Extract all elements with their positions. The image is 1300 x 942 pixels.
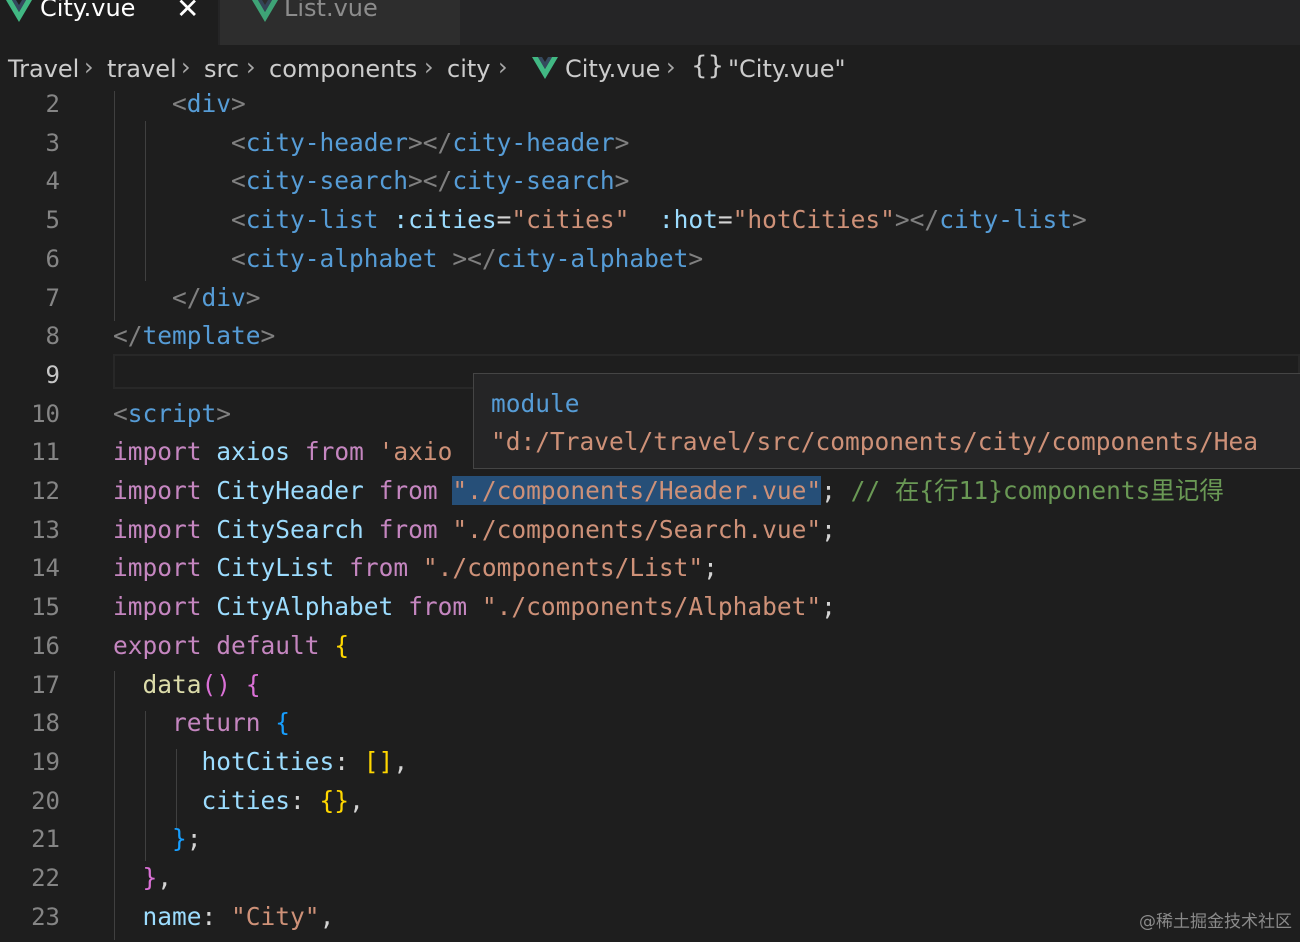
code-line: }; (172, 824, 202, 854)
hover-tooltip: module "d:/Travel/travel/src/components/… (473, 373, 1300, 469)
breadcrumb-item[interactable]: travel (107, 55, 177, 83)
line-number: 18 (31, 709, 60, 738)
chevron-right-icon: › (181, 53, 191, 81)
chevron-right-icon: › (424, 53, 434, 81)
code-line: import axios from 'axio (113, 437, 453, 467)
hover-kind: module (491, 389, 580, 418)
code-line: cities: {}, (201, 785, 364, 815)
braces-icon: {} (691, 51, 725, 81)
line-number: 13 (31, 515, 60, 544)
line-number: 20 (31, 786, 60, 815)
watermark: @稀土掘金技术社区 (1139, 912, 1292, 932)
code-line: import CityList from "./components/List"… (113, 553, 718, 583)
line-number: 8 (45, 322, 60, 351)
vue-icon (252, 0, 278, 22)
line-number-current: 9 (45, 360, 60, 389)
breadcrumb-item[interactable]: Travel (8, 55, 79, 83)
tab-bar: City.vue ✕ List.vue (0, 0, 1300, 45)
line-number: 21 (31, 825, 60, 854)
line-number: 16 (31, 631, 60, 660)
breadcrumb-file[interactable]: City.vue (565, 55, 660, 83)
line-number: 10 (31, 399, 60, 428)
code-line: <city-alphabet ></city-alphabet> (231, 243, 704, 273)
code-line: export default { (113, 630, 350, 660)
close-icon[interactable]: ✕ (176, 0, 199, 25)
breadcrumb: Travel › travel › src › components › cit… (0, 45, 1300, 91)
chevron-right-icon: › (246, 53, 256, 81)
chevron-right-icon: › (666, 53, 676, 81)
code-line: <div> (172, 89, 246, 118)
code-line: hotCities: [], (201, 746, 409, 776)
hover-module-path: "d:/Travel/travel/src/components/city/co… (491, 427, 1259, 456)
line-number: 11 (31, 438, 60, 467)
code-line: }, (142, 863, 173, 892)
line-number: 19 (31, 747, 60, 776)
tab-label: City.vue (40, 0, 136, 22)
code-line: return { (172, 708, 291, 738)
hovered-module-string: "./components/Header.vue" (452, 476, 822, 505)
code-line: <city-search></city-search> (231, 166, 630, 196)
tab-list-vue[interactable]: List.vue (220, 0, 460, 45)
vue-icon (6, 0, 32, 22)
vue-icon (532, 57, 558, 79)
line-number: 5 (45, 206, 60, 235)
code-line: <city-list :cities="cities" :hot="hotCit… (231, 205, 1087, 235)
line-number: 12 (31, 477, 60, 505)
breadcrumb-item[interactable]: city (447, 55, 490, 83)
line-number: 22 (31, 864, 60, 892)
code-line: </div> (172, 282, 261, 312)
tab-label: List.vue (284, 0, 378, 22)
breadcrumb-item[interactable]: components (269, 55, 417, 83)
line-number: 17 (31, 670, 60, 699)
chevron-right-icon: › (498, 53, 508, 81)
line-number: 14 (31, 554, 60, 583)
code-line: <city-header></city-header> (231, 127, 630, 157)
line-number: 23 (31, 902, 60, 931)
line-number: 7 (45, 283, 60, 312)
line-number: 2 (45, 90, 60, 118)
code-line: import CitySearch from "./components/Sea… (113, 514, 836, 544)
line-number: 6 (45, 244, 60, 273)
line-number: 15 (31, 593, 60, 622)
code-line: <script> (113, 398, 232, 428)
tab-city-vue[interactable]: City.vue ✕ (0, 0, 218, 45)
chevron-right-icon: › (84, 53, 94, 81)
code-line: </template> (113, 321, 276, 351)
line-number: 3 (45, 128, 60, 157)
breadcrumb-symbol[interactable]: "City.vue" (728, 55, 846, 83)
code-line: import CityAlphabet from "./components/A… (113, 592, 836, 622)
code-line: data() { (142, 669, 261, 699)
breadcrumb-item[interactable]: src (204, 55, 239, 83)
line-number: 4 (45, 167, 60, 196)
code-line: name: "City", (142, 901, 335, 931)
code-line: import CityHeader from "./components/Hea… (113, 476, 1224, 505)
code-editor[interactable]: 2 3 4 5 6 7 8 9 10 11 12 13 14 15 16 17 … (0, 91, 1300, 940)
